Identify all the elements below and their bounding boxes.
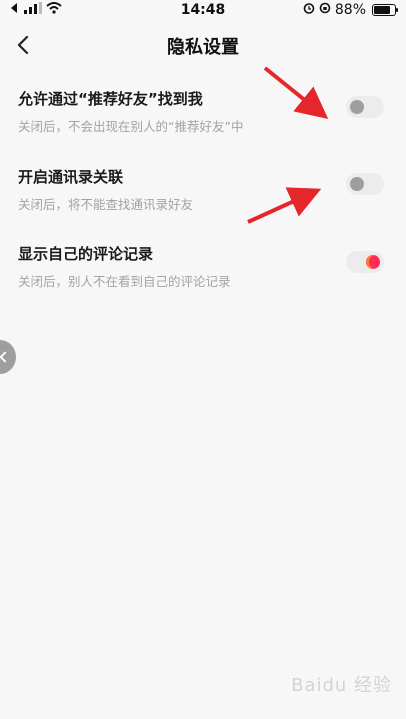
status-right: 88%: [303, 2, 398, 18]
privacy-settings-screen: 14:48 88% 隐私设置 允许通过“推荐好友”找到我 关闭后，不会出现在别人…: [0, 0, 406, 719]
toggle-knob: [350, 100, 364, 114]
setting-show-comments: 显示自己的评论记录 关闭后，别人不在看到自己的评论记录: [18, 243, 388, 290]
toggle-knob: [350, 177, 364, 191]
setting-description: 关闭后，将不能查找通讯录好友: [18, 197, 194, 212]
floating-side-handle[interactable]: [0, 340, 16, 374]
setting-contacts-link: 开启通讯录关联 关闭后，将不能查找通讯录好友: [18, 166, 388, 213]
nav-bar: 隐私设置: [0, 22, 406, 68]
recommend-friends-toggle[interactable]: [346, 96, 384, 118]
contacts-link-toggle[interactable]: [346, 173, 384, 195]
battery-icon: [372, 4, 398, 16]
show-comments-toggle[interactable]: [346, 251, 384, 273]
setting-title: 开启通讯录关联: [18, 168, 124, 186]
rotation-lock-icon: [319, 2, 331, 18]
toggle-knob: [366, 255, 380, 269]
page-title: 隐私设置: [167, 37, 239, 58]
battery-percent: 88%: [334, 2, 366, 18]
battery-fill: [374, 6, 390, 14]
setting-description: 关闭后，别人不在看到自己的评论记录: [18, 274, 231, 289]
status-bar: 14:48 88%: [0, 0, 406, 22]
watermark: Baidu 经验: [291, 675, 392, 696]
setting-description: 关闭后，不会出现在别人的“推荐好友”中: [18, 119, 244, 134]
setting-recommend-friends: 允许通过“推荐好友”找到我 关闭后，不会出现在别人的“推荐好友”中: [18, 88, 388, 135]
setting-title: 允许通过“推荐好友”找到我: [18, 90, 203, 108]
alarm-icon: [303, 2, 315, 18]
setting-title: 显示自己的评论记录: [18, 245, 154, 263]
